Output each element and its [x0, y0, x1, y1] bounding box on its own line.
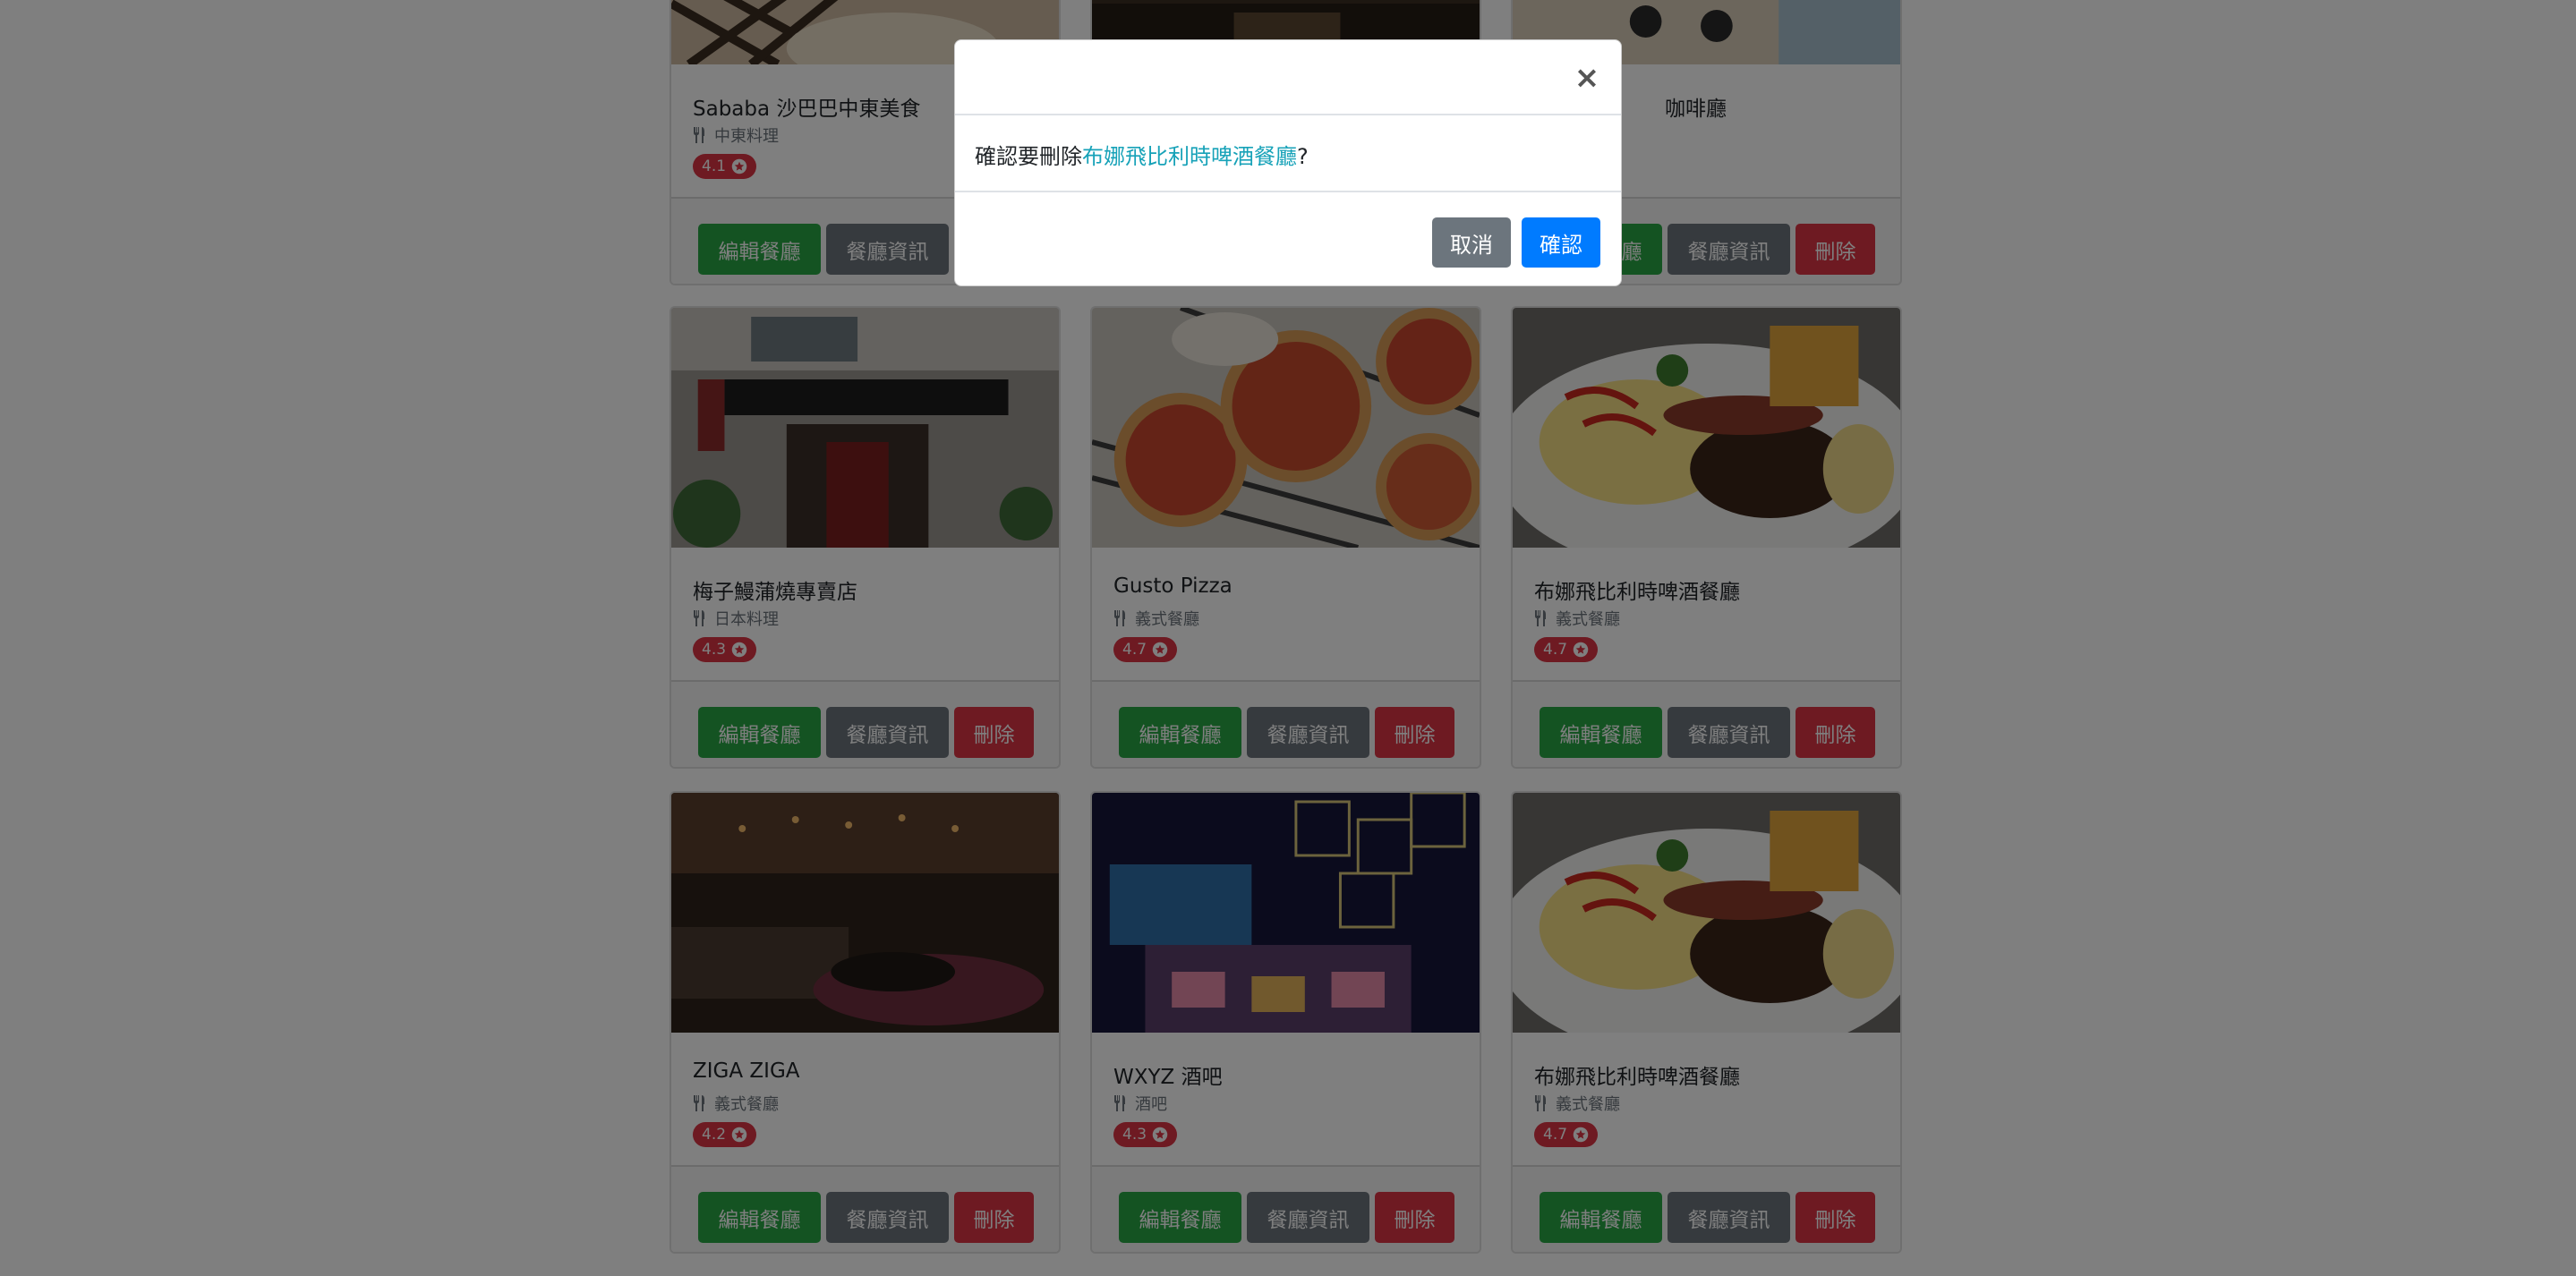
modal-body: 確認要刪除布娜飛比利時啤酒餐廳? — [955, 115, 1621, 192]
modal-header: × — [955, 40, 1621, 115]
prompt-suffix: ? — [1297, 144, 1309, 169]
cancel-button[interactable]: 取消 — [1432, 217, 1511, 268]
delete-confirm-modal: × 確認要刪除布娜飛比利時啤酒餐廳? 取消 確認 — [954, 39, 1622, 286]
target-restaurant-name: 布娜飛比利時啤酒餐廳 — [1082, 144, 1297, 169]
confirm-message: 確認要刪除布娜飛比利時啤酒餐廳? — [975, 139, 1309, 170]
close-icon[interactable]: × — [1571, 60, 1603, 96]
prompt-prefix: 確認要刪除 — [975, 144, 1082, 169]
modal-footer: 取消 確認 — [955, 192, 1621, 285]
confirm-button[interactable]: 確認 — [1522, 217, 1600, 268]
